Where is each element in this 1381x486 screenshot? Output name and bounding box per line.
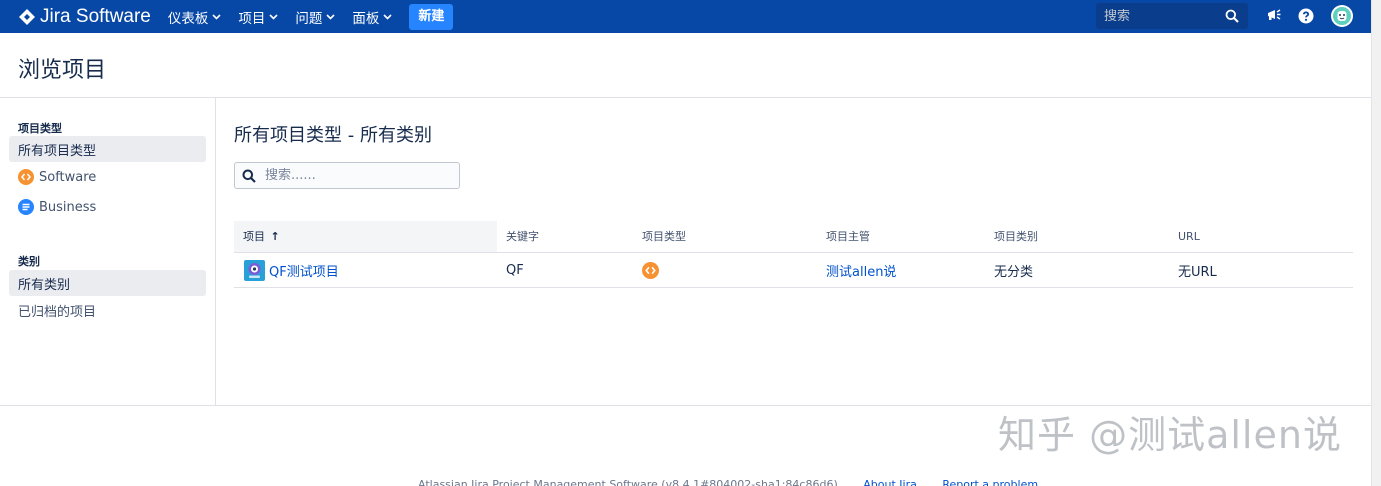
- sidebar-item-label: Software: [39, 169, 97, 185]
- footer-report-link[interactable]: Report a problem: [942, 478, 1038, 486]
- business-icon: [18, 199, 34, 215]
- avatar[interactable]: [1331, 5, 1353, 27]
- search-icon[interactable]: [1225, 9, 1239, 23]
- watermark: 知乎 @测试allen说: [998, 413, 1342, 457]
- sidebar-item-business[interactable]: Business: [9, 194, 206, 220]
- categories-heading: 类别: [18, 255, 40, 268]
- footer-about-link[interactable]: About Jira: [863, 478, 917, 486]
- nav-boards[interactable]: 面板: [352, 7, 392, 27]
- chevron-down-icon: [269, 13, 278, 20]
- project-link[interactable]: QF测试项目: [269, 261, 339, 280]
- software-icon: [642, 262, 659, 279]
- column-header-url[interactable]: URL: [1178, 221, 1200, 252]
- page-header: 浏览项目: [0, 33, 1371, 98]
- megaphone-icon[interactable]: [1266, 7, 1282, 23]
- software-icon: [18, 169, 34, 185]
- sidebar: 项目类型 所有项目类型 Software Business 类别 所有类别 已归…: [0, 98, 216, 406]
- sidebar-item-software[interactable]: Software: [9, 164, 206, 190]
- sidebar-item-label: 已归档的项目: [18, 304, 97, 320]
- project-name-cell: QF测试项目: [244, 253, 339, 288]
- column-header-lead[interactable]: 项目主管: [826, 221, 870, 252]
- nav-dashboards-label: 仪表板: [167, 10, 209, 27]
- page-title: 浏览项目: [18, 58, 107, 83]
- sidebar-item-label: 所有类别: [18, 277, 71, 293]
- nav-projects[interactable]: 项目: [238, 7, 278, 27]
- sidebar-item-label: 所有项目类型: [18, 143, 97, 159]
- footer-version: Atlassian Jira Project Management Softwa…: [418, 478, 838, 486]
- help-icon[interactable]: [1298, 8, 1314, 24]
- nav-issues-label: 问题: [295, 10, 323, 27]
- nav-dashboards[interactable]: 仪表板: [168, 7, 222, 27]
- nav-boards-label: 面板: [352, 10, 380, 27]
- nav-issues[interactable]: 问题: [295, 7, 335, 27]
- project-category-cell: 无分类: [994, 265, 1034, 280]
- footer-links: Atlassian Jira Project Management Softwa…: [418, 478, 1060, 486]
- sidebar-item-all-project-types[interactable]: 所有项目类型: [9, 136, 206, 162]
- sidebar-item-all-categories[interactable]: 所有类别: [9, 270, 206, 296]
- column-header-label: 项目: [243, 230, 265, 243]
- top-navigation-bar: Jira Software 仪表板 项目 问题 面板 新建: [0, 0, 1371, 33]
- table-header: 项目 ↑ 关键字 项目类型 项目主管 项目类别 URL: [234, 221, 1353, 253]
- chevron-down-icon: [383, 13, 392, 20]
- create-button[interactable]: 新建: [409, 3, 454, 30]
- column-header-category[interactable]: 项目类别: [994, 221, 1038, 252]
- column-header-key[interactable]: 关键字: [506, 221, 539, 252]
- content-title: 所有项目类型 - 所有类别: [234, 125, 432, 146]
- column-header-project[interactable]: 项目 ↑: [234, 221, 497, 252]
- global-search-input[interactable]: [1096, 8, 1216, 24]
- project-types-heading: 项目类型: [18, 122, 62, 135]
- logo-text: Jira Software: [40, 5, 151, 27]
- sidebar-item-archived-projects[interactable]: 已归档的项目: [9, 297, 206, 323]
- chevron-down-icon: [212, 13, 221, 20]
- project-lead-link[interactable]: 测试allen说: [826, 261, 896, 280]
- search-icon: [242, 169, 256, 183]
- project-filter: [234, 162, 460, 189]
- project-type-cell: [642, 253, 659, 288]
- page-scrollbar[interactable]: [1371, 0, 1381, 486]
- sort-ascending-icon: ↑: [270, 230, 280, 243]
- project-avatar-icon: [244, 260, 265, 281]
- global-search: [1096, 3, 1248, 29]
- table-row: QF测试项目 QF 测试allen说 无分类 无URL: [234, 253, 1353, 288]
- projects-table: 项目 ↑ 关键字 项目类型 项目主管 项目类别 URL QF测试项目 QF 测试…: [234, 221, 1353, 288]
- project-key-cell: QF: [506, 263, 524, 278]
- project-filter-input[interactable]: [265, 168, 445, 183]
- chevron-down-icon: [326, 13, 335, 20]
- project-lead-cell: 测试allen说: [826, 253, 896, 288]
- project-url-cell: 无URL: [1178, 265, 1217, 280]
- jira-diamond-icon: [19, 8, 35, 25]
- column-header-type[interactable]: 项目类型: [642, 221, 686, 252]
- sidebar-item-label: Business: [39, 199, 97, 215]
- nav-projects-label: 项目: [238, 10, 266, 27]
- jira-logo[interactable]: Jira Software: [18, 6, 151, 28]
